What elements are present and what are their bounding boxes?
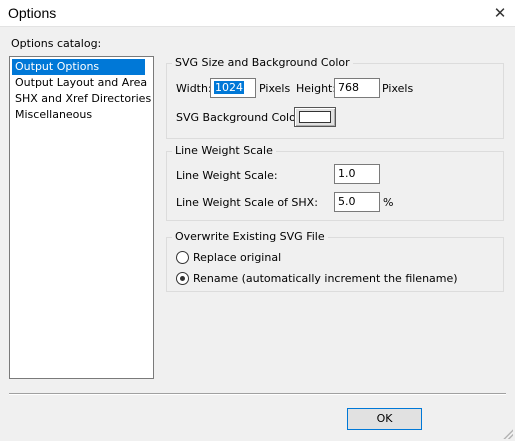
ok-button[interactable]: OK <box>347 408 422 430</box>
line-weight-scale-label: Line Weight Scale: <box>176 169 278 182</box>
svg-size-legend: SVG Size and Background Color <box>175 56 350 69</box>
line-weight-shx-label: Line Weight Scale of SHX: <box>176 196 318 209</box>
line-weight-shx-input[interactable]: 5.0 <box>334 192 380 212</box>
height-label: Height: <box>296 82 337 95</box>
options-catalog-list[interactable]: Output Options Output Layout and Area SH… <box>9 56 154 379</box>
width-unit-label: Pixels <box>259 82 291 95</box>
percent-unit-label: % <box>383 196 394 209</box>
width-input[interactable]: 1024 <box>210 78 256 98</box>
height-input[interactable]: 768 <box>334 78 380 98</box>
title-bar: Options ✕ <box>0 0 515 27</box>
close-icon: ✕ <box>493 4 507 22</box>
line-weight-legend: Line Weight Scale <box>175 144 273 157</box>
window-title: Options <box>8 5 57 21</box>
catalog-item-miscellaneous[interactable]: Miscellaneous <box>12 107 95 123</box>
bg-color-label: SVG Background Color: <box>176 111 304 124</box>
catalog-item-output-options[interactable]: Output Options <box>12 59 145 75</box>
rename-radio[interactable] <box>176 272 189 285</box>
separator <box>9 393 506 395</box>
color-swatch <box>299 111 331 123</box>
catalog-item-shx-and-xref-directories[interactable]: SHX and Xref Directories <box>12 91 154 107</box>
resize-grip-icon[interactable] <box>501 427 513 439</box>
replace-original-radio[interactable] <box>176 251 189 264</box>
line-weight-scale-input[interactable]: 1.0 <box>334 164 380 184</box>
radio-selected-dot <box>180 276 185 281</box>
width-label: Width: <box>176 82 212 95</box>
rename-label[interactable]: Rename (automatically increment the file… <box>193 272 458 285</box>
close-button[interactable]: ✕ <box>485 0 515 26</box>
replace-original-label[interactable]: Replace original <box>193 251 281 264</box>
width-value: 1024 <box>214 81 244 94</box>
catalog-label: Options catalog: <box>11 37 102 50</box>
bg-color-button[interactable] <box>294 107 336 127</box>
overwrite-legend: Overwrite Existing SVG File <box>175 230 325 243</box>
catalog-item-output-layout-and-area[interactable]: Output Layout and Area <box>12 75 150 91</box>
height-unit-label: Pixels <box>382 82 414 95</box>
